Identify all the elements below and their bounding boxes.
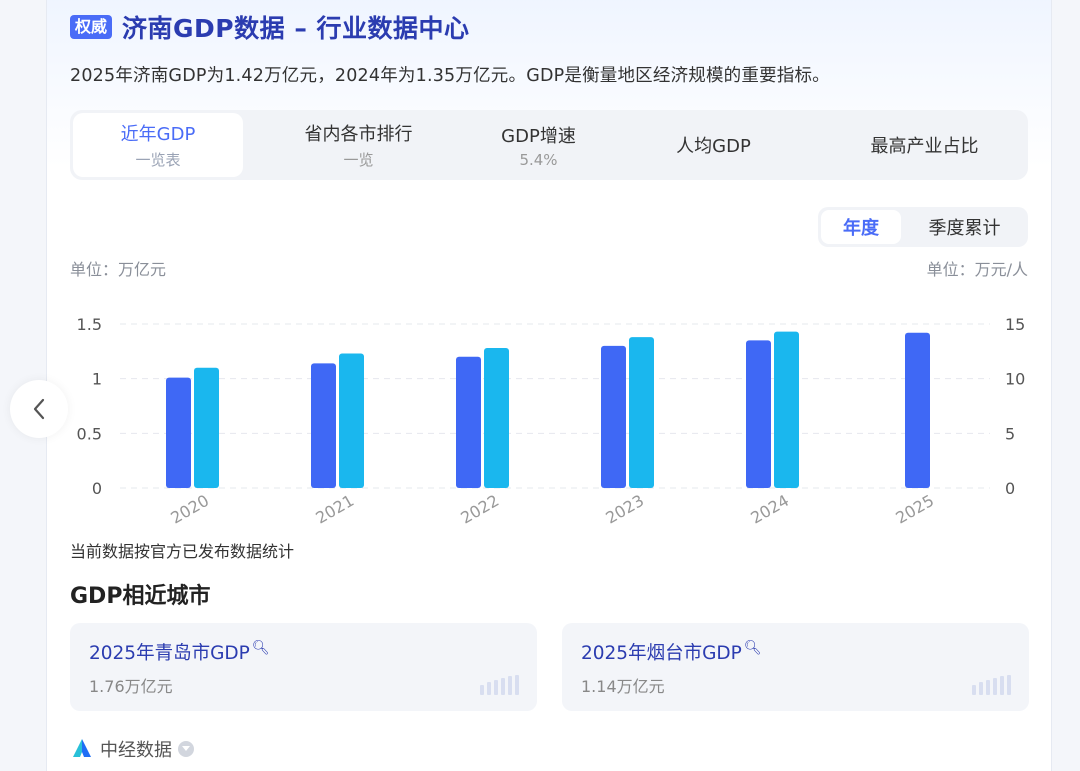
source-logo-icon <box>73 739 91 757</box>
right-tick-label: 5 <box>1005 424 1015 443</box>
left-tick-label: 1 <box>92 370 102 389</box>
tab-top-industry-share[interactable]: 最高产业占比 <box>821 110 1028 180</box>
gdp-bar-chart: 0 0.5 1 1.5 0 5 10 15 2020 2021 2022 2023 2024 2025 <box>77 315 1026 528</box>
source-name: 中经数据 <box>100 740 172 761</box>
period-quarterly-button[interactable]: 季度累计 <box>901 210 1028 244</box>
dropdown-icon[interactable] <box>178 741 194 757</box>
tab-label: 近年GDP <box>120 124 196 145</box>
tab-label: 省内各市排行 <box>304 124 413 145</box>
period-annual-button[interactable]: 年度 <box>821 210 901 244</box>
title-row: 权威 济南GDP数据 – 行业数据中心 <box>70 10 470 44</box>
right-axis-unit: 单位：万元/人 <box>926 260 1028 279</box>
tab-sub: 一览表 <box>135 151 181 169</box>
city-value: 1.14万亿元 <box>581 677 665 696</box>
left-tick-label: 0 <box>92 479 102 498</box>
left-tick-label: 1.5 <box>77 315 102 334</box>
bar-gdp <box>311 363 336 488</box>
x-tick-label: 2020 <box>167 491 212 528</box>
page-title[interactable]: 济南GDP数据 – 行业数据中心 <box>122 9 470 45</box>
bar-gdp <box>601 345 626 488</box>
right-tick-label: 10 <box>1005 370 1025 389</box>
tab-sub: 一览 <box>343 151 374 169</box>
city-value: 1.76万亿元 <box>89 677 173 696</box>
footer-source[interactable]: 中经数据 <box>70 736 194 762</box>
bar-gdp <box>905 332 930 488</box>
bars-decoration-icon <box>972 675 1011 695</box>
similar-city-card-qingdao[interactable]: 2025年青岛市GDP 🔍︎ 1.76万亿元 <box>70 623 537 711</box>
tab-bar: 近年GDP 一览表 省内各市排行 一览 GDP增速 5.4% 人均GDP 最高产… <box>70 110 1028 180</box>
similar-cities-title: GDP相近城市 <box>70 584 211 609</box>
bar-per-capita <box>194 367 219 488</box>
chevron-left-icon <box>33 398 45 420</box>
chart-note: 当前数据按官方已发布数据统计 <box>70 542 295 561</box>
tab-per-capita-gdp[interactable]: 人均GDP <box>606 110 821 180</box>
tab-label: 人均GDP <box>676 136 751 157</box>
search-icon: 🔍︎ <box>743 639 762 656</box>
city-name: 2025年青岛市GDP 🔍︎ <box>89 639 270 664</box>
tab-label: 最高产业占比 <box>870 136 979 157</box>
left-axis-unit: 单位：万亿元 <box>70 260 167 279</box>
city-name: 2025年烟台市GDP 🔍︎ <box>581 639 762 664</box>
summary-text: 2025年济南GDP为1.42万亿元，2024年为1.35万亿元。GDP是衡量地… <box>70 66 830 86</box>
tab-sub: 5.4% <box>519 150 558 169</box>
x-tick-label: 2024 <box>747 491 792 528</box>
period-toggle: 年度 季度累计 <box>818 207 1028 247</box>
tab-gdp-growth[interactable]: GDP增速 5.4% <box>471 110 606 180</box>
right-tick-label: 0 <box>1005 479 1015 498</box>
bar-per-capita <box>339 353 364 488</box>
bar-per-capita <box>484 348 509 488</box>
left-tick-label: 0.5 <box>77 424 102 443</box>
tab-label: GDP增速 <box>501 125 576 147</box>
x-tick-label: 2023 <box>602 491 647 528</box>
bar-per-capita <box>629 337 654 488</box>
tab-province-ranking[interactable]: 省内各市排行 一览 <box>246 110 471 180</box>
bar-gdp <box>456 356 481 488</box>
tab-recent-gdp[interactable]: 近年GDP 一览表 <box>73 113 243 177</box>
bar-per-capita <box>774 331 799 488</box>
authority-badge: 权威 <box>70 15 113 39</box>
bar-gdp <box>166 377 191 488</box>
bars-decoration-icon <box>480 675 519 695</box>
search-icon: 🔍︎ <box>251 639 270 656</box>
x-tick-label: 2025 <box>892 491 937 528</box>
x-tick-label: 2021 <box>312 491 357 528</box>
bar-gdp <box>746 340 771 488</box>
similar-city-card-yantai[interactable]: 2025年烟台市GDP 🔍︎ 1.14万亿元 <box>562 623 1029 711</box>
right-tick-label: 15 <box>1005 315 1025 334</box>
x-tick-label: 2022 <box>457 491 502 528</box>
